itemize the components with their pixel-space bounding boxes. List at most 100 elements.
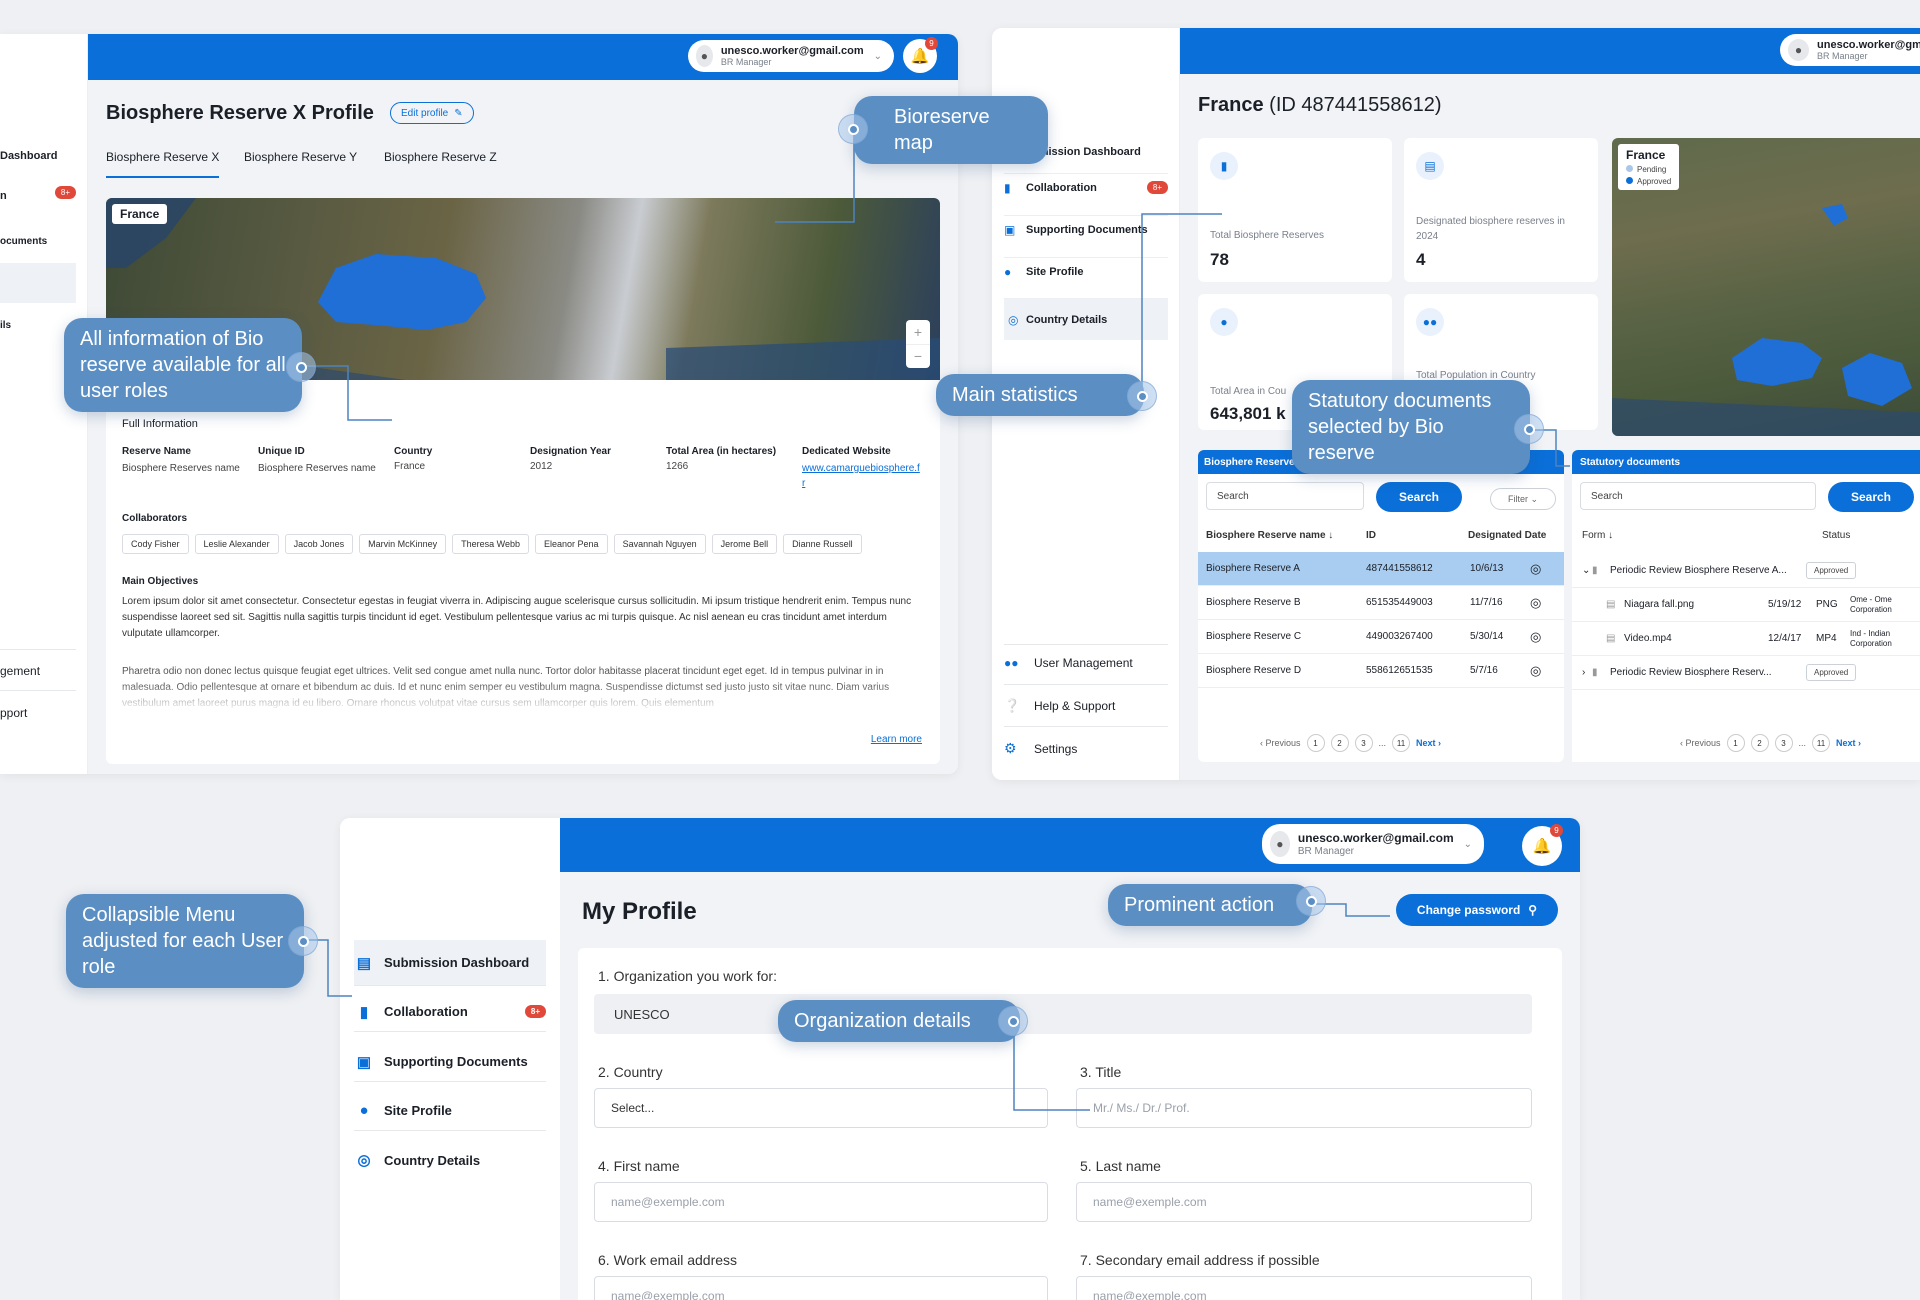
objectives-text-faded: Pharetra odio non donec lectus quisque f… [122, 666, 890, 709]
collaborator-chip[interactable]: Cody Fisher [122, 534, 189, 554]
sidebar-item-support[interactable]: pport [0, 706, 27, 720]
collaborator-chip[interactable]: Jacob Jones [284, 534, 354, 554]
page-button[interactable]: 1 [1306, 734, 1325, 752]
table-row[interactable]: Biosphere Reserve C 449003267400 5/30/14… [1198, 620, 1564, 654]
sidebar-item-country[interactable]: ◎ Country Details [1004, 298, 1168, 340]
sidebar-item-help[interactable]: ❔ Help & Support [1004, 698, 1115, 714]
doc-folder-row[interactable]: › ▮ Periodic Review Biosphere Reserv... … [1572, 656, 1920, 690]
collaborator-chip[interactable]: Marvin McKinney [359, 534, 447, 554]
sidebar-item-selected[interactable] [0, 263, 76, 303]
map-country-label: France [112, 204, 168, 224]
page-button[interactable]: 11 [1392, 734, 1411, 752]
stat-total-reserves: ▮ Total Biosphere Reserves 78 [1198, 138, 1392, 282]
tab-reserve-y[interactable]: Biosphere Reserve Y [244, 150, 357, 164]
collaborator-chip[interactable]: Dianne Russell [783, 534, 862, 554]
collaborator-chip[interactable]: Leslie Alexander [194, 534, 279, 554]
page-button[interactable]: 11 [1812, 734, 1831, 752]
sidebar-item-users[interactable]: ●● User Management [1004, 656, 1133, 670]
doc-file-row[interactable]: ▤ Video.mp4 12/4/17 MP4 Ind - Indian Cor… [1572, 622, 1920, 656]
bell-icon[interactable]: 🔔 9 [1522, 824, 1563, 866]
search-button[interactable]: Search [1828, 482, 1914, 512]
user-menu[interactable]: ● unesco.worker@gma BR Manager [1780, 34, 1920, 66]
last-name-input[interactable]: name@exemple.com [1076, 1182, 1532, 1222]
file-icon: ▤ [1606, 599, 1616, 610]
globe-icon[interactable]: ◎ [1530, 595, 1541, 611]
chat-icon: ▮ [1004, 180, 1011, 195]
globe-icon[interactable]: ◎ [1530, 561, 1541, 577]
chevron-right-icon[interactable]: › [1572, 667, 1592, 678]
sidebar-item-site[interactable]: ● Site Profile [1004, 257, 1168, 285]
bell-icon[interactable]: 🔔 9 [903, 37, 938, 73]
sidebar-item-dashboard[interactable]: Dashboard [0, 150, 57, 162]
menu-item-submission[interactable]: ▤ Submission Dashboard [354, 940, 546, 986]
col-date[interactable]: Designated Date [1468, 530, 1546, 541]
collaborator-chip[interactable]: Eleanor Pena [535, 534, 608, 554]
sidebar-item-management[interactable]: gement [0, 664, 40, 678]
page-button[interactable]: 2 [1750, 734, 1769, 752]
q4-label: 4. First name [598, 1158, 680, 1174]
sidebar-item-documents[interactable]: ▣ Supporting Documents [1004, 215, 1168, 243]
change-password-button[interactable]: Change password ⚲ [1396, 894, 1558, 926]
zoom-out-icon[interactable]: − [906, 344, 930, 368]
globe-icon[interactable]: ◎ [1530, 663, 1541, 679]
gear-icon: ⚙ [1004, 740, 1017, 756]
learn-more-link[interactable]: Learn more [871, 734, 922, 745]
collaborator-chip[interactable]: Savannah Nguyen [613, 534, 706, 554]
page-ellipsis: ... [1378, 738, 1387, 748]
search-input[interactable]: Search [1206, 482, 1364, 510]
menu-item-country-details[interactable]: ◎ Country Details [354, 1140, 546, 1180]
secondary-email-input[interactable]: name@exemple.com [1076, 1276, 1532, 1300]
page-button[interactable]: 3 [1774, 734, 1793, 752]
callout-collapsible-menu: Collapsible Menu adjusted for each User … [66, 894, 304, 988]
col-status[interactable]: Status [1822, 530, 1850, 541]
edit-profile-button[interactable]: Edit profile ✎ [390, 102, 474, 124]
search-input[interactable]: Search [1580, 482, 1816, 510]
tab-reserve-z[interactable]: Biosphere Reserve Z [384, 150, 497, 164]
top-bar: ● unesco.worker@gma BR Manager [1180, 28, 1920, 74]
key-icon: ⚲ [1528, 903, 1538, 917]
user-menu[interactable]: ● unesco.worker@gmail.com BR Manager ⌄ [1262, 824, 1484, 864]
next-page[interactable]: Next › [1416, 738, 1441, 748]
doc-folder-row[interactable]: ⌄ ▮ Periodic Review Biosphere Reserve A.… [1572, 554, 1920, 588]
menu-item-collaboration[interactable]: ▮ Collaboration 8+ [354, 992, 546, 1032]
sidebar-item-collaboration[interactable]: n 8+ [0, 186, 76, 202]
sidebar-item-settings[interactable]: ⚙ Settings [1004, 740, 1077, 757]
sidebar-item-submission[interactable]: omission Dashboard [1032, 146, 1141, 158]
collaborator-chip[interactable]: Theresa Webb [452, 534, 530, 554]
sidebar-item-details[interactable]: ils [0, 320, 11, 331]
col-name[interactable]: Biosphere Reserve name ↓ [1206, 530, 1333, 541]
col-id[interactable]: ID [1366, 530, 1376, 541]
doc-file-row[interactable]: ▤ Niagara fall.png 5/19/12 PNG Ome - Ome… [1572, 588, 1920, 622]
website-link[interactable]: www.camarguebiosphere.fr [802, 461, 920, 491]
menu-item-site-profile[interactable]: ● Site Profile [354, 1091, 546, 1131]
search-button[interactable]: Search [1376, 482, 1462, 512]
page-button[interactable]: 1 [1726, 734, 1745, 752]
first-name-input[interactable]: name@exemple.com [594, 1182, 1048, 1222]
zoom-in-icon[interactable]: + [906, 320, 930, 344]
organization-field: UNESCO [594, 994, 1532, 1034]
user-menu[interactable]: ● unesco.worker@gmail.com BR Manager ⌄ [688, 40, 894, 72]
chevron-down-icon[interactable]: ⌄ [1572, 565, 1592, 576]
table-row[interactable]: Biosphere Reserve B 651535449003 11/7/16… [1198, 586, 1564, 620]
filter-select[interactable]: Filter ⌄ [1490, 488, 1556, 510]
table-row[interactable]: Biosphere Reserve D 558612651535 5/7/16 … [1198, 654, 1564, 688]
prev-page[interactable]: ‹ Previous [1680, 738, 1721, 748]
prev-page[interactable]: ‹ Previous [1260, 738, 1301, 748]
table-row-selected[interactable]: Biosphere Reserve A 487441558612 10/6/13… [1198, 552, 1564, 586]
globe-icon[interactable]: ◎ [1530, 629, 1541, 645]
next-page[interactable]: Next › [1836, 738, 1861, 748]
country-select[interactable]: Select... [594, 1088, 1048, 1128]
page-button[interactable]: 2 [1330, 734, 1349, 752]
col-form[interactable]: Form ↓ [1582, 530, 1613, 541]
sidebar-item-collaboration[interactable]: ▮ Collaboration 8+ [1004, 173, 1168, 201]
collaborators-list: Cody Fisher Leslie Alexander Jacob Jones Ma… [122, 534, 932, 554]
work-email-input[interactable]: name@exemple.com [594, 1276, 1048, 1300]
page-title: Biosphere Reserve X Profile [106, 102, 374, 124]
country-map[interactable]: France Pending Approved [1612, 138, 1920, 436]
tab-reserve-x[interactable]: Biosphere Reserve X [106, 150, 220, 178]
page-button[interactable]: 3 [1354, 734, 1373, 752]
collaborator-chip[interactable]: Jerome Bell [711, 534, 778, 554]
title-input[interactable]: Mr./ Ms./ Dr./ Prof. [1076, 1088, 1532, 1128]
sidebar-item-documents[interactable]: ocuments [0, 236, 47, 247]
menu-item-documents[interactable]: ▣ Supporting Documents [354, 1042, 546, 1082]
